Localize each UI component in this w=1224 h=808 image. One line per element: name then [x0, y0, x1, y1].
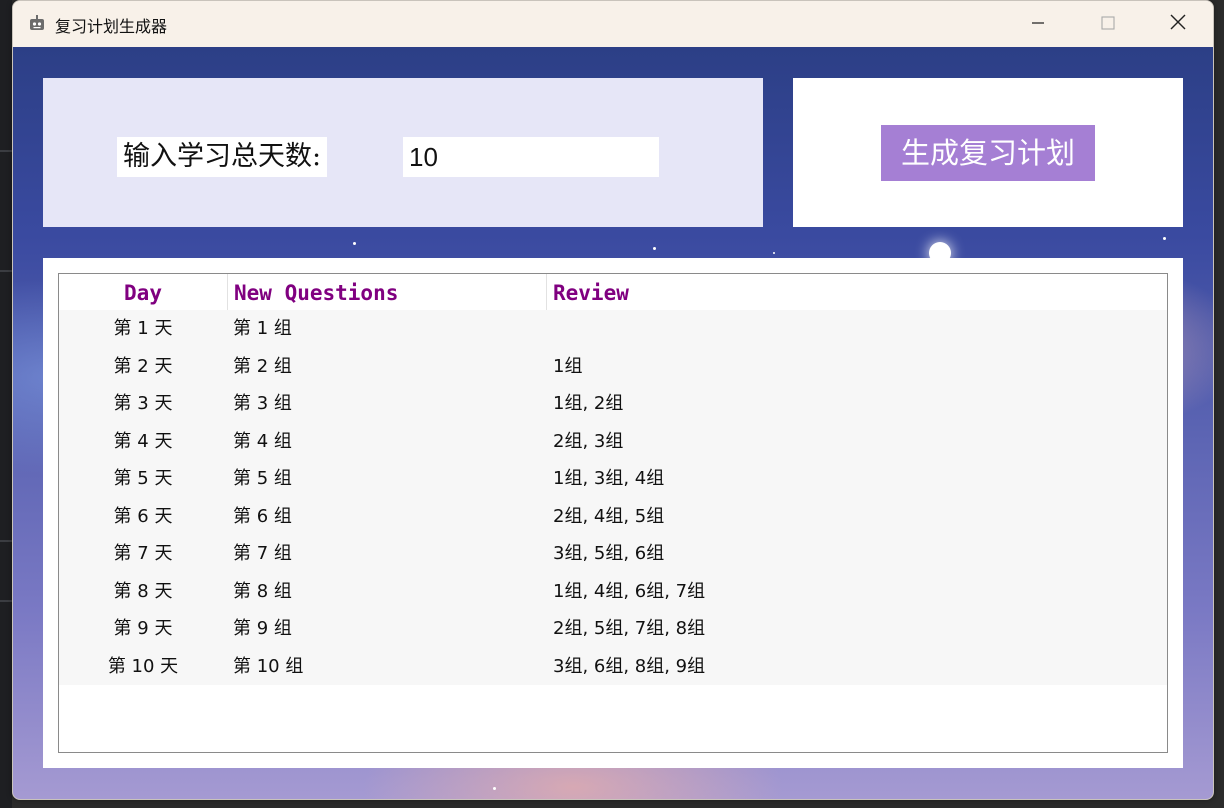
- table-row[interactable]: 第 10 天 第 10 组 3组, 6组, 8组, 9组: [59, 648, 1167, 686]
- content-area: 输入学习总天数: 生成复习计划 Day New Questions Review…: [13, 47, 1213, 799]
- table-row[interactable]: 第 8 天 第 8 组 1组, 4组, 6组, 7组: [59, 573, 1167, 611]
- days-input[interactable]: [403, 137, 659, 177]
- days-label: 输入学习总天数:: [117, 137, 328, 177]
- table-body: 第 1 天 第 1 组 第 2 天 第 2 组 1组 第 3 天 第 3 组 1…: [59, 310, 1167, 685]
- cell-new-questions: 第 10 组: [233, 655, 304, 677]
- table-row[interactable]: 第 7 天 第 7 组 3组, 5组, 6组: [59, 535, 1167, 573]
- table-row[interactable]: 第 3 天 第 3 组 1组, 2组: [59, 385, 1167, 423]
- generate-panel: 生成复习计划: [793, 78, 1183, 227]
- cell-new-questions: 第 3 组: [233, 393, 292, 414]
- title-bar[interactable]: 复习计划生成器: [13, 1, 1213, 47]
- cell-day: 第 3 天: [113, 393, 173, 414]
- cell-review: 2组, 4组, 5组: [553, 505, 665, 527]
- cell-new-questions: 第 7 组: [233, 543, 292, 564]
- star-decoration: [493, 787, 496, 790]
- cell-new-questions: 第 5 组: [233, 468, 292, 489]
- column-header-review[interactable]: Review: [553, 274, 629, 310]
- cell-day: 第 5 天: [113, 468, 173, 489]
- column-header-day[interactable]: Day: [59, 274, 227, 310]
- table-row[interactable]: 第 5 天 第 5 组 1组, 3组, 4组: [59, 460, 1167, 498]
- cell-review: 1组, 2组: [553, 393, 624, 414]
- cell-review: 1组, 3组, 4组: [553, 468, 665, 489]
- table-row[interactable]: 第 1 天 第 1 组: [59, 310, 1167, 348]
- cell-new-questions: 第 8 组: [233, 580, 292, 602]
- cell-review: 3组, 5组, 6组: [553, 543, 665, 564]
- cell-new-questions: 第 2 组: [233, 355, 292, 377]
- table-row[interactable]: 第 4 天 第 4 组 2组, 3组: [59, 423, 1167, 461]
- cell-new-questions: 第 9 组: [233, 618, 292, 639]
- column-divider[interactable]: [227, 274, 228, 310]
- table-row[interactable]: 第 2 天 第 2 组 1组: [59, 348, 1167, 386]
- generate-plan-button[interactable]: 生成复习计划: [881, 125, 1095, 181]
- column-divider[interactable]: [546, 274, 547, 310]
- star-decoration: [773, 252, 775, 254]
- plan-table[interactable]: Day New Questions Review 第 1 天 第 1 组 第 2…: [58, 273, 1168, 753]
- column-header-new-questions[interactable]: New Questions: [234, 274, 398, 310]
- minimize-button[interactable]: [1003, 1, 1073, 47]
- table-header: Day New Questions Review: [59, 274, 1167, 310]
- cell-day: 第 6 天: [113, 505, 173, 527]
- background-editor-edge: [0, 0, 12, 808]
- cell-day: 第 9 天: [113, 618, 173, 639]
- cell-day: 第 7 天: [113, 543, 173, 564]
- maximize-icon: [1101, 15, 1115, 34]
- cell-review: 3组, 6组, 8组, 9组: [553, 655, 706, 677]
- cell-review: 1组: [553, 355, 583, 377]
- minimize-icon: [1031, 15, 1045, 34]
- window-title: 复习计划生成器: [55, 17, 168, 36]
- cell-new-questions: 第 1 组: [233, 318, 292, 339]
- close-icon: [1170, 14, 1186, 34]
- close-button[interactable]: [1143, 1, 1213, 47]
- app-window: 复习计划生成器 输入学习总天数: 生成复习计划: [12, 0, 1214, 800]
- star-decoration: [653, 247, 656, 250]
- robot-app-icon: [28, 14, 46, 32]
- cell-new-questions: 第 4 组: [233, 430, 292, 452]
- table-row[interactable]: 第 6 天 第 6 组 2组, 4组, 5组: [59, 498, 1167, 536]
- cell-review: 2组, 3组: [553, 430, 624, 452]
- cell-day: 第 1 天: [113, 318, 173, 339]
- cell-day: 第 4 天: [113, 430, 173, 452]
- maximize-button[interactable]: [1073, 1, 1143, 47]
- star-decoration: [353, 242, 356, 245]
- table-row[interactable]: 第 9 天 第 9 组 2组, 5组, 7组, 8组: [59, 610, 1167, 648]
- cell-review: 2组, 5组, 7组, 8组: [553, 618, 706, 639]
- plan-table-panel: Day New Questions Review 第 1 天 第 1 组 第 2…: [43, 258, 1183, 768]
- cell-day: 第 8 天: [113, 580, 173, 602]
- star-decoration: [1163, 237, 1166, 240]
- cell-review: 1组, 4组, 6组, 7组: [553, 580, 706, 602]
- cell-new-questions: 第 6 组: [233, 505, 292, 527]
- days-input-panel: 输入学习总天数:: [43, 78, 763, 227]
- cell-day: 第 10 天: [107, 655, 179, 677]
- cell-day: 第 2 天: [113, 355, 173, 377]
